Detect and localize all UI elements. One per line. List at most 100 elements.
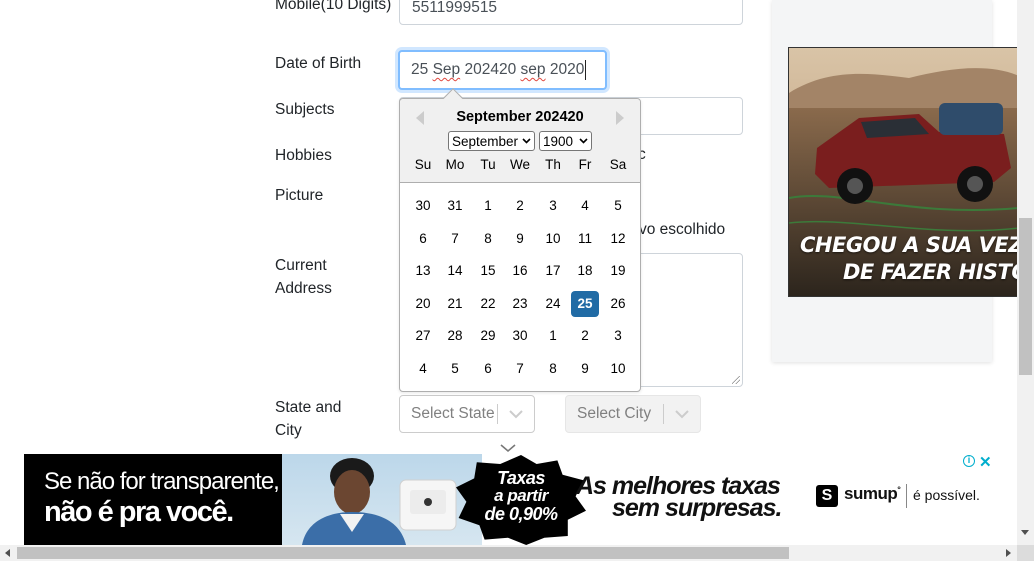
calendar-day[interactable]: 5 <box>604 193 632 219</box>
calendar-day[interactable]: 2 <box>571 323 599 349</box>
banner-main-line2: sem surpresas. <box>612 494 782 522</box>
mobile-value: 5511999515 <box>412 0 498 16</box>
side-ad-headline-line1: CHEGOU A SUA VEZ <box>800 233 1023 257</box>
sumup-tagline: é possível. <box>913 487 980 503</box>
calendar-day[interactable]: 1 <box>474 193 502 219</box>
side-ad-headline-line2: DE FAZER HISTÓRIA <box>843 260 1034 284</box>
bottom-banner-ad[interactable]: Se não for transparente, não é pra você.… <box>24 454 994 545</box>
calendar-day[interactable]: 14 <box>441 258 469 284</box>
calendar-day[interactable]: 21 <box>441 291 469 317</box>
calendar-day-selected[interactable]: 25 <box>571 291 599 317</box>
next-month-icon[interactable] <box>616 111 624 125</box>
calendar-day[interactable]: 3 <box>539 193 567 219</box>
calendar-day[interactable]: 26 <box>604 291 632 317</box>
calendar-day[interactable]: 7 <box>441 226 469 252</box>
scrollbar-corner <box>1017 545 1034 561</box>
calendar-day[interactable]: 22 <box>474 291 502 317</box>
calendar-day[interactable]: 7 <box>506 356 534 382</box>
calendar-day[interactable]: 30 <box>506 323 534 349</box>
calendar-day[interactable]: 17 <box>539 258 567 284</box>
calendar-day[interactable]: 4 <box>409 356 437 382</box>
picture-file-status: vo escolhido <box>639 221 726 238</box>
weekday-header: Sa <box>609 157 627 172</box>
page: Mobile(10 Digits) 5511999515 Date of Bir… <box>0 0 1034 561</box>
man-with-card-reader-graphic <box>302 458 457 545</box>
sumup-brand: sumup° <box>844 484 901 504</box>
dob-input[interactable]: 25 Sep 202420 sep 2020 <box>398 50 607 90</box>
calendar-day[interactable]: 4 <box>571 193 599 219</box>
scroll-left-icon[interactable] <box>5 549 10 557</box>
calendar-day[interactable]: 16 <box>506 258 534 284</box>
calendar-day[interactable]: 8 <box>539 356 567 382</box>
calendar-day[interactable]: 10 <box>604 356 632 382</box>
calendar-day[interactable]: 28 <box>441 323 469 349</box>
chevron-down-icon <box>579 138 588 144</box>
weekday-header: Tu <box>480 157 496 172</box>
dob-day-text: 25 <box>411 61 429 78</box>
calendar-day[interactable]: 29 <box>474 323 502 349</box>
calendar-day[interactable]: 30 <box>409 193 437 219</box>
scroll-right-icon[interactable] <box>1006 549 1011 557</box>
calendar-day[interactable]: 2 <box>506 193 534 219</box>
badge-line2: a partir <box>494 486 548 505</box>
chevron-down-icon <box>498 409 534 419</box>
ad-info-icon[interactable]: i <box>963 455 975 467</box>
calendar-day[interactable]: 27 <box>409 323 437 349</box>
city-select: Select City <box>565 395 701 433</box>
picture-label: Picture <box>275 187 324 204</box>
chevron-down-icon <box>522 138 531 144</box>
calendar-day[interactable]: 8 <box>474 226 502 252</box>
calendar-day[interactable]: 12 <box>604 226 632 252</box>
scroll-down-icon[interactable] <box>1021 530 1029 535</box>
datepicker-header: September 202420 September 1900 Su Mo Tu… <box>400 99 640 183</box>
calendar-day[interactable]: 31 <box>441 193 469 219</box>
calendar-day[interactable]: 20 <box>409 291 437 317</box>
mobile-label-text: Mobile(10 Digits) <box>275 0 392 13</box>
calendar-day[interactable]: 3 <box>604 323 632 349</box>
text-caret <box>585 60 587 80</box>
calendar-day[interactable]: 10 <box>539 226 567 252</box>
weekday-header: Mo <box>445 157 465 172</box>
weekday-header: Fr <box>578 157 592 172</box>
calendar-day[interactable]: 5 <box>441 356 469 382</box>
mobile-input[interactable]: 5511999515 <box>399 0 743 25</box>
calendar-day[interactable]: 9 <box>506 226 534 252</box>
dob-typed-year-text: 2020 <box>549 61 585 78</box>
address-label: Current Address <box>275 254 332 300</box>
address-label-line1: Current <box>275 257 327 274</box>
banner-photo <box>282 454 482 545</box>
subjects-label: Subjects <box>275 101 335 118</box>
calendar-day[interactable]: 18 <box>571 258 599 284</box>
ad-close-icon[interactable]: ✕ <box>979 453 992 471</box>
calendar-day[interactable]: 15 <box>474 258 502 284</box>
mobile-label: Mobile(10 Digits) <box>275 0 391 16</box>
badge-line3: de 0,90% <box>484 504 558 524</box>
calendar-day[interactable]: 24 <box>539 291 567 317</box>
state-placeholder: Select State <box>411 405 495 422</box>
brand-divider <box>906 484 907 508</box>
month-select[interactable]: September <box>448 131 535 151</box>
state-city-label-line2: City <box>275 422 302 439</box>
calendar-day[interactable]: 11 <box>571 226 599 252</box>
state-select[interactable]: Select State <box>399 395 535 433</box>
calendar-day[interactable]: 13 <box>409 258 437 284</box>
calendar-day[interactable]: 9 <box>571 356 599 382</box>
calendar-day[interactable]: 6 <box>474 356 502 382</box>
horizontal-scrollbar-thumb[interactable] <box>17 547 789 559</box>
resize-grip-icon[interactable] <box>732 376 740 384</box>
calendar-day[interactable]: 6 <box>409 226 437 252</box>
calendar-day[interactable]: 19 <box>604 258 632 284</box>
vertical-scrollbar-thumb[interactable] <box>1019 218 1032 375</box>
year-select[interactable]: 1900 <box>539 131 592 151</box>
sumup-brand-mark: ° <box>897 484 901 495</box>
weekday-header: We <box>509 157 530 172</box>
calendar-day[interactable]: 1 <box>539 323 567 349</box>
calendar-day[interactable]: 23 <box>506 291 534 317</box>
sumup-brand-text: sumup <box>844 484 898 503</box>
dob-year-text: 202420 <box>464 61 517 78</box>
chevron-down-icon <box>664 409 700 419</box>
weekday-header: Su <box>414 157 432 172</box>
sumup-logo-icon: S <box>816 485 838 507</box>
weekday-header: Th <box>545 157 561 172</box>
banner-left-line1: Se não for transparente, <box>44 468 280 495</box>
